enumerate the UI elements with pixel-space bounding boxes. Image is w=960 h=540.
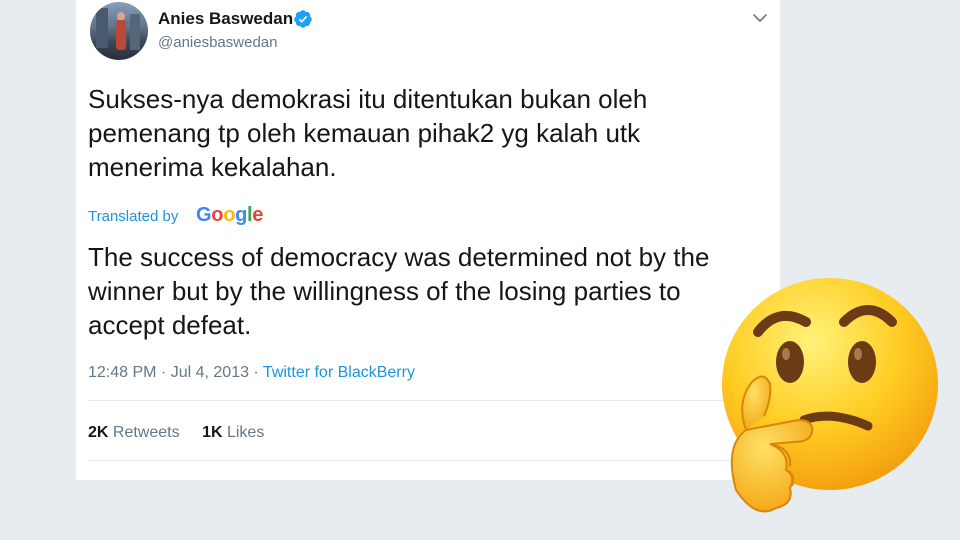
divider	[88, 400, 768, 401]
likes-stat[interactable]: 1K Likes	[202, 424, 264, 441]
retweets-stat[interactable]: 2K Retweets	[88, 424, 180, 441]
tweet-card: Anies Baswedan @aniesbaswedan Sukses-nya…	[76, 0, 780, 480]
author-name[interactable]: Anies Baswedan	[158, 9, 293, 29]
google-logo: Google	[196, 204, 264, 226]
author-handle[interactable]: @aniesbaswedan	[158, 34, 277, 51]
tweet-text: Sukses-nya demokrasi itu ditentukan buka…	[88, 84, 648, 182]
tweet-stats: 2K Retweets 1K Likes	[88, 424, 282, 442]
tweet-translation: The success of democracy was determined …	[88, 242, 710, 340]
translated-by-label[interactable]: Translated by	[88, 208, 178, 225]
retweets-label: Retweets	[112, 424, 180, 441]
avatar[interactable]	[90, 2, 148, 60]
likes-label: Likes	[226, 424, 265, 441]
chevron-down-icon[interactable]	[752, 10, 768, 26]
retweets-count: 2K	[88, 424, 109, 441]
meta-separator: ·	[248, 364, 263, 381]
verified-badge-icon	[294, 10, 312, 28]
tweet-meta: 12:48 PM · Jul 4, 2013 · Twitter for Bla…	[88, 364, 415, 382]
likes-count: 1K	[202, 424, 223, 441]
tweet-timestamp[interactable]: 12:48 PM · Jul 4, 2013	[88, 364, 249, 381]
divider	[88, 460, 768, 461]
thinking-face-emoji	[722, 278, 938, 513]
tweet-source[interactable]: Twitter for BlackBerry	[263, 364, 415, 381]
